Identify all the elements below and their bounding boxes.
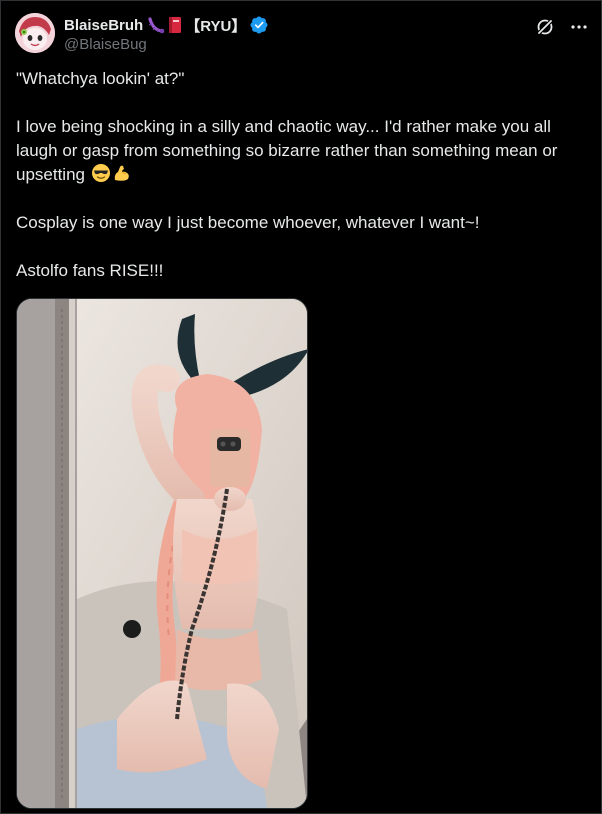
name-emojis [147,16,183,34]
red-book-emoji-icon [169,17,182,33]
tweet-paragraph-1: "Whatchya lookin' at?" [16,69,185,88]
flexed-biceps-emoji-icon [114,165,129,181]
header-actions [535,17,589,37]
tweet-paragraph-2: I love being shocking in a silly and cha… [16,115,586,187]
author-names: BlaiseBruh 【RYU】 @BlaiseBug [64,15,268,53]
avatar-anime-character-icon [15,13,55,53]
author-handle[interactable]: @BlaiseBug [64,36,268,53]
bug-emoji-icon [148,17,165,34]
tweet-text: "Whatchya lookin' at?" I love being shoc… [16,67,586,307]
tweet-paragraph-3: Cosplay is one way I just become whoever… [16,213,480,232]
sunglasses-emoji-icon [91,164,110,182]
tweet-paragraph-4: Astolfo fans RISE!!! [16,261,164,280]
verified-badge-icon[interactable] [250,16,268,34]
tweet-header: BlaiseBruh 【RYU】 @BlaiseBug [13,9,589,57]
more-icon[interactable] [569,17,589,37]
display-name[interactable]: BlaiseBruh [64,17,143,34]
tweet-card: BlaiseBruh 【RYU】 @BlaiseBug "Whatchya lo… [0,0,602,814]
cosplay-mirror-selfie-image [17,299,307,808]
tweet-photo[interactable] [16,298,308,809]
avatar[interactable] [15,13,55,53]
grok-icon[interactable] [535,17,555,37]
name-tag: 【RYU】 [185,17,247,35]
